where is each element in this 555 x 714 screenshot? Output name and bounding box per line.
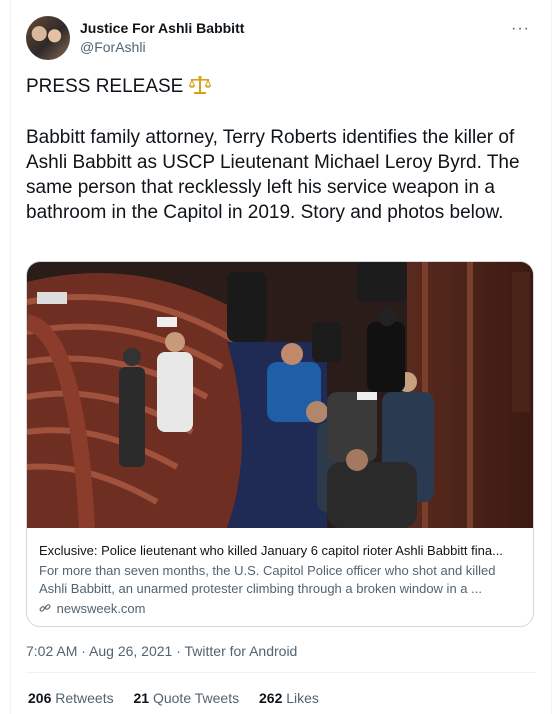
tweet-stats: 206 Retweets 21 Quote Tweets 262 Likes [28,690,335,706]
article-photo[interactable] [27,262,533,529]
quotes-count: 21 [133,690,150,706]
stats-divider [26,672,536,673]
tweet-body: Babbitt family attorney, Terry Roberts i… [26,127,520,223]
quotes-label: Quote Tweets [152,690,240,706]
card-description: For more than seven months, the U.S. Cap… [39,563,496,596]
tweet-line-press-release: PRESS RELEASE [26,74,526,99]
card-title[interactable]: Exclusive: Police lieutenant who killed … [39,542,523,560]
balance-scale-icon [188,75,211,95]
likes-stat[interactable]: 262 Likes [259,690,319,706]
more-options-icon[interactable]: ··· [511,20,530,38]
author-name[interactable]: Justice For Ashli Babbitt [80,20,244,36]
tweet-text: PRESS RELEASE Babbitt family attorney, T… [26,74,526,225]
card-body: Exclusive: Police lieutenant who killed … [39,542,523,618]
card-domain[interactable]: newsweek.com [39,600,523,618]
retweets-label: Retweets [55,690,114,706]
retweets-stat[interactable]: 206 Retweets [28,690,118,706]
author-handle[interactable]: @ForAshli [80,39,146,55]
likes-label: Likes [286,690,319,706]
tweet-timestamp[interactable]: 7:02 AM · Aug 26, 2021 · Twitter for And… [26,643,297,659]
link-preview-card[interactable]: Exclusive: Police lieutenant who killed … [26,261,534,627]
retweets-count: 206 [28,690,52,706]
card-domain-label: newsweek.com [56,601,146,616]
likes-count: 262 [259,690,283,706]
link-icon [39,601,51,613]
quote-tweets-stat[interactable]: 21 Quote Tweets [134,690,244,706]
press-release-label: PRESS RELEASE [26,76,184,97]
tweet-header: Justice For Ashli Babbitt @ForAshli ··· [26,16,546,64]
author-avatar[interactable] [26,16,70,60]
